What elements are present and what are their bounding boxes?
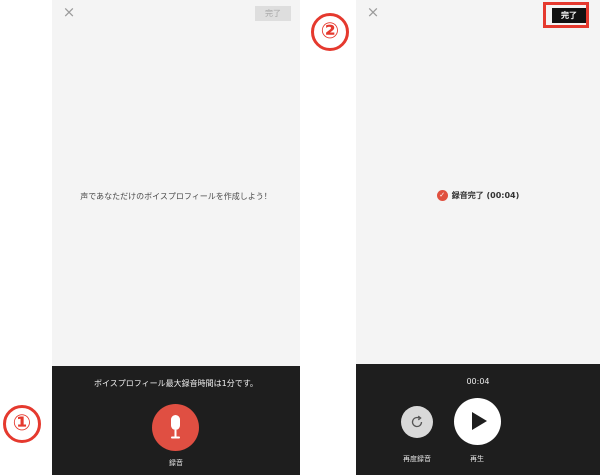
record-control-bar: ボイスプロフィール最大録音時間は1分です。 録音 bbox=[52, 366, 300, 475]
microphone-icon bbox=[171, 415, 180, 439]
recording-timer: 00:04 bbox=[466, 377, 490, 386]
play-button[interactable] bbox=[454, 398, 501, 445]
recording-complete-status: ✓ 録音完了 (00:04) bbox=[356, 190, 600, 201]
rerecord-button[interactable] bbox=[401, 406, 433, 438]
close-icon[interactable]: × bbox=[61, 4, 77, 20]
done-button-disabled[interactable]: 完了 bbox=[255, 6, 291, 21]
recording-screen-complete: × 完了 ✓ 録音完了 (00:04) 00:04 再度録音 再生 bbox=[356, 0, 600, 475]
record-button[interactable] bbox=[152, 404, 199, 451]
playback-control-bar: 00:04 再度録音 再生 bbox=[356, 364, 600, 475]
record-button-label: 録音 bbox=[169, 459, 183, 467]
voice-profile-prompt: 声であなただけのボイスプロフィールを作成しよう！ bbox=[80, 192, 272, 201]
max-duration-note: ボイスプロフィール最大録音時間は1分です。 bbox=[94, 379, 258, 388]
done-button-highlight bbox=[543, 2, 589, 28]
play-button-label: 再生 bbox=[470, 455, 484, 463]
recording-screen-start: × 完了 声であなただけのボイスプロフィールを作成しよう！ ボイスプロフィール最… bbox=[52, 0, 300, 475]
close-icon[interactable]: × bbox=[365, 4, 381, 20]
step-marker-1: ① bbox=[3, 405, 41, 443]
play-icon bbox=[472, 412, 487, 430]
refresh-icon bbox=[411, 415, 423, 428]
recording-complete-text: 録音完了 (00:04) bbox=[451, 191, 520, 200]
rerecord-button-label: 再度録音 bbox=[403, 455, 431, 463]
check-icon: ✓ bbox=[436, 190, 448, 201]
step-marker-2: ② bbox=[311, 13, 349, 51]
